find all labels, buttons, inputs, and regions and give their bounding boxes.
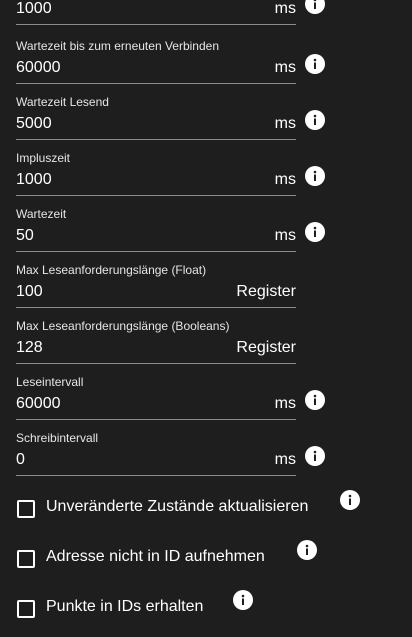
field-value[interactable]: 128: [16, 339, 43, 357]
checkbox-label: Punkte in IDs erhalten: [46, 598, 204, 615]
field-label: Schreibintervall: [16, 431, 99, 445]
field-label: Max Leseanforderungslänge (Booleans): [16, 319, 230, 333]
field-label: Max Leseanforderungslänge (Float): [16, 263, 207, 277]
field-write-interval[interactable]: Schreibintervall 0 ms: [16, 431, 296, 487]
field-unit: ms: [274, 171, 296, 188]
field-label: Wartezeit: [16, 207, 67, 221]
checkbox-box[interactable]: [17, 500, 35, 518]
field-value[interactable]: 60000: [16, 395, 61, 413]
field-unit: ms: [274, 115, 296, 132]
checkbox-keep-dots-in-ids[interactable]: Punkte in IDs erhalten: [16, 597, 216, 621]
field-label: Wartezeit bis zum erneuten Verbinden: [16, 39, 219, 53]
field-underline: [16, 475, 296, 476]
info-icon[interactable]: [305, 222, 325, 242]
checkbox-address-not-in-id[interactable]: Adresse nicht in ID aufnehmen: [16, 547, 276, 571]
info-icon[interactable]: [305, 446, 325, 466]
field-unit: ms: [274, 227, 296, 244]
info-icon[interactable]: [305, 110, 325, 130]
field-label: Leseintervall: [16, 375, 84, 389]
field-top-partial[interactable]: 1000 ms: [16, 0, 296, 36]
checkbox-update-unchanged[interactable]: Unveränderte Zustände aktualisieren: [16, 497, 316, 521]
checkbox-box[interactable]: [17, 600, 35, 618]
field-underline: [16, 24, 296, 25]
field-value[interactable]: 1000: [16, 0, 52, 18]
field-unit: ms: [274, 59, 296, 76]
field-value[interactable]: 100: [16, 283, 43, 301]
field-read-wait[interactable]: Wartezeit Lesend 5000 ms: [16, 95, 296, 151]
checkbox-label: Adresse nicht in ID aufnehmen: [46, 548, 265, 565]
checkbox-box[interactable]: [17, 550, 35, 568]
info-icon[interactable]: [340, 490, 360, 510]
field-pulse-time[interactable]: Impluszeit 1000 ms: [16, 151, 296, 207]
field-underline: [16, 83, 296, 84]
field-value[interactable]: 5000: [16, 115, 52, 133]
info-icon[interactable]: [305, 390, 325, 410]
field-value[interactable]: 50: [16, 227, 34, 245]
info-icon[interactable]: [305, 166, 325, 186]
field-max-read-booleans[interactable]: Max Leseanforderungslänge (Booleans) 128…: [16, 319, 296, 375]
field-value[interactable]: 60000: [16, 59, 61, 77]
field-unit: Register: [236, 283, 296, 300]
info-icon[interactable]: [233, 590, 253, 610]
checkbox-label: Unveränderte Zustände aktualisieren: [46, 498, 309, 515]
info-icon[interactable]: [297, 540, 317, 560]
field-underline: [16, 139, 296, 140]
field-unit: ms: [274, 0, 296, 17]
field-underline: [16, 251, 296, 252]
field-underline: [16, 195, 296, 196]
field-underline: [16, 307, 296, 308]
field-underline: [16, 363, 296, 364]
info-icon[interactable]: [305, 0, 325, 14]
field-unit: Register: [236, 339, 296, 356]
field-read-interval[interactable]: Leseintervall 60000 ms: [16, 375, 296, 431]
field-label: Wartezeit Lesend: [16, 95, 109, 109]
field-value[interactable]: 1000: [16, 171, 52, 189]
field-wait-time[interactable]: Wartezeit 50 ms: [16, 207, 296, 263]
field-underline: [16, 419, 296, 420]
field-reconnect-wait[interactable]: Wartezeit bis zum erneuten Verbinden 600…: [16, 39, 296, 95]
field-unit: ms: [274, 451, 296, 468]
field-label: Impluszeit: [16, 151, 71, 165]
field-unit: ms: [274, 395, 296, 412]
info-icon[interactable]: [305, 54, 325, 74]
field-value[interactable]: 0: [16, 451, 25, 469]
field-max-read-float[interactable]: Max Leseanforderungslänge (Float) 100 Re…: [16, 263, 296, 319]
